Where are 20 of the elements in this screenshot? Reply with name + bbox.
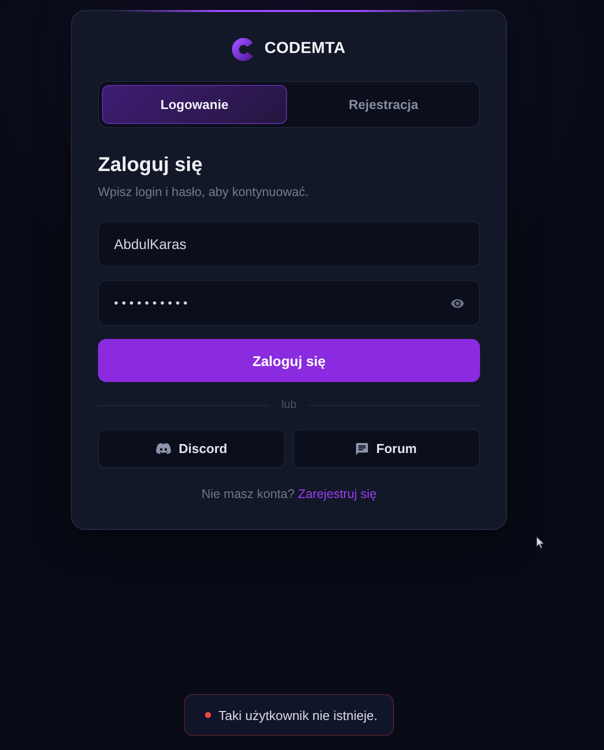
- tab[interactable]: Logowanie: [102, 85, 287, 124]
- tab[interactable]: Rejestracja: [291, 85, 476, 124]
- forum-button[interactable]: Forum: [293, 429, 480, 468]
- eye-icon[interactable]: [451, 298, 464, 308]
- discord-button[interactable]: Discord: [98, 429, 285, 468]
- heading: Zaloguj się: [98, 153, 204, 178]
- brand-name: CODEMTA: [264, 40, 346, 58]
- chat-bubble-icon: [356, 442, 368, 454]
- status-dot-icon: [204, 712, 211, 718]
- register-link[interactable]: Zarejestruj się: [298, 487, 377, 501]
- gamepad-face-icon: [156, 443, 171, 454]
- error-toast: Taki użytkownik nie istnieje.: [184, 694, 394, 736]
- signup-prompt: Nie masz konta? Zarejestruj się: [200, 486, 378, 503]
- logo-icon: [232, 38, 256, 60]
- mouse-pointer-icon: [536, 536, 545, 549]
- login-button[interactable]: Zaloguj się: [98, 339, 480, 382]
- login-field[interactable]: AbdulKaras: [98, 221, 480, 267]
- divider-label: lub: [281, 398, 297, 412]
- password-field[interactable]: ••••••••••: [98, 280, 480, 326]
- subtitle: Wpisz login i hasło, aby kontynuować.: [98, 184, 310, 201]
